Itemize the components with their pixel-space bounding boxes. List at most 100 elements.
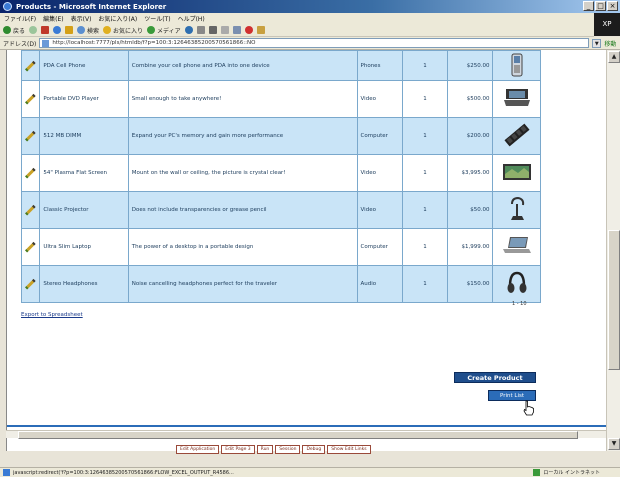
edit-cell[interactable] [20,50,41,81]
status-text: javascript:redirect('f?p=100:3:126463852… [13,469,234,476]
edit-pencil-icon[interactable] [26,278,36,289]
edit-cell[interactable] [20,117,41,155]
go-button[interactable]: 移動 [604,39,616,48]
discuss-button[interactable] [232,26,241,34]
product-description: Small enough to take anywhere! [127,80,358,118]
product-category: Computer [356,228,403,266]
product-name: Classic Projector [39,191,129,229]
media-button[interactable]: メディア [147,26,181,35]
print-toolbar-button[interactable] [208,26,217,34]
window-title-bar[interactable]: Products - Microsoft Internet Explorer _… [0,0,620,13]
run-link[interactable]: Run [256,445,274,454]
address-input[interactable]: http://localhost:7777/pls/htmldb/f?p=100… [39,38,590,48]
home-button[interactable] [65,26,74,34]
page-icon [42,39,50,47]
product-quantity: 1 [401,191,449,229]
export-spreadsheet-link[interactable]: Export to Spreadsheet [21,312,83,318]
product-category: Video [356,191,403,229]
scroll-thumb[interactable] [608,230,620,370]
scroll-down-icon[interactable]: ▼ [608,438,620,450]
product-price: $150.00 [447,265,494,303]
edit-pencil-icon[interactable] [26,204,36,215]
menu-file[interactable]: ファイル(F) [4,14,36,23]
minimize-button[interactable]: _ [583,1,594,11]
create-product-button[interactable]: Create Product [454,372,536,383]
product-price: $50.00 [447,191,494,229]
close-button[interactable]: × [607,1,618,11]
product-quantity: 1 [401,50,449,81]
stop-button[interactable] [41,26,50,34]
address-bar: アドレス(D) http://localhost:7777/pls/htmldb… [0,37,620,50]
product-description: Expand your PC's memory and gain more pe… [127,117,358,155]
projector-icon [506,196,528,224]
search-icon [77,26,86,34]
product-price: $250.00 [447,50,494,81]
menu-help[interactable]: ヘルプ(H) [178,14,205,23]
product-quantity: 1 [401,228,449,266]
show-edit-links-link[interactable]: Show Edit Links [327,445,371,454]
product-name: Portable DVD Player [39,80,129,118]
history-button[interactable] [184,26,193,34]
research-button[interactable] [256,26,265,34]
menu-favorites[interactable]: お気に入り(A) [98,14,137,23]
horizontal-scroll-thumb[interactable] [18,431,578,439]
product-name: Ultra Slim Laptop [39,228,129,266]
phone-icon [510,53,524,79]
session-link[interactable]: Session [275,445,301,454]
edit-pencil-icon[interactable] [26,93,36,104]
menu-view[interactable]: 表示(V) [71,14,92,23]
favorites-label: お気に入り [113,27,144,35]
table-row: 54" Plasma Flat Screen Mount on the wall … [20,154,541,192]
product-category: Audio [356,265,403,303]
search-button[interactable]: 検索 [77,26,99,35]
refresh-button[interactable] [53,26,62,34]
messenger-button[interactable] [244,26,253,34]
edit-cell[interactable] [20,228,41,266]
table-row: 512 MB DIMM Expand your PC's memory and g… [20,117,541,155]
security-zone: ローカル イントラネット [532,469,600,476]
edit-pencil-icon[interactable] [26,167,36,178]
address-dropdown-icon[interactable]: ▼ [592,38,602,48]
product-category: Phones [356,50,403,81]
product-description: The power of a desktop in a portable des… [127,228,358,266]
scroll-up-icon[interactable]: ▲ [608,51,620,63]
edit-toolbar-button[interactable] [220,26,229,34]
maximize-button[interactable]: □ [595,1,606,11]
product-quantity: 1 [401,117,449,155]
table-row: Portable DVD Player Small enough to take … [20,80,541,118]
menu-tools[interactable]: ツール(T) [144,14,170,23]
menu-edit[interactable]: 編集(E) [43,14,63,23]
vertical-scrollbar[interactable]: ▲ ▼ [606,50,620,451]
product-quantity: 1 [401,80,449,118]
forward-button[interactable] [29,26,38,34]
forward-arrow-icon [29,26,38,34]
tv-icon [502,162,532,184]
page-content: PDA Cell Phone Combine your cell phone an… [6,50,606,451]
edit-cell[interactable] [20,265,41,303]
back-arrow-icon [3,26,11,34]
product-description: Does not include transparencies or greas… [127,191,358,229]
status-page-icon [3,469,10,476]
favorites-button[interactable]: お気に入り [103,26,143,35]
back-label: 戻る [13,27,26,35]
edit-page-link[interactable]: Edit Page 3 [221,445,255,454]
toolbar: 戻る 検索 お気に入り メディア [0,24,594,37]
printer-icon [208,26,217,34]
product-price: $1,999.00 [447,228,494,266]
mail-button[interactable] [196,26,205,34]
home-icon [65,26,74,34]
horizontal-scrollbar[interactable] [6,430,606,439]
edit-cell[interactable] [20,191,41,229]
edit-pencil-icon[interactable] [26,60,36,70]
debug-link[interactable]: Debug [302,445,326,454]
footer-rule [7,425,606,427]
edit-pencil-icon[interactable] [26,241,36,252]
edit-application-link[interactable]: Edit Application [176,445,220,454]
edit-cell[interactable] [20,154,41,192]
edit-pencil-icon[interactable] [26,130,36,141]
edit-cell[interactable] [20,80,41,118]
back-button[interactable]: 戻る [3,26,25,35]
headphones-icon [506,270,528,298]
product-price: $200.00 [447,117,494,155]
products-table: PDA Cell Phone Combine your cell phone an… [20,50,541,303]
